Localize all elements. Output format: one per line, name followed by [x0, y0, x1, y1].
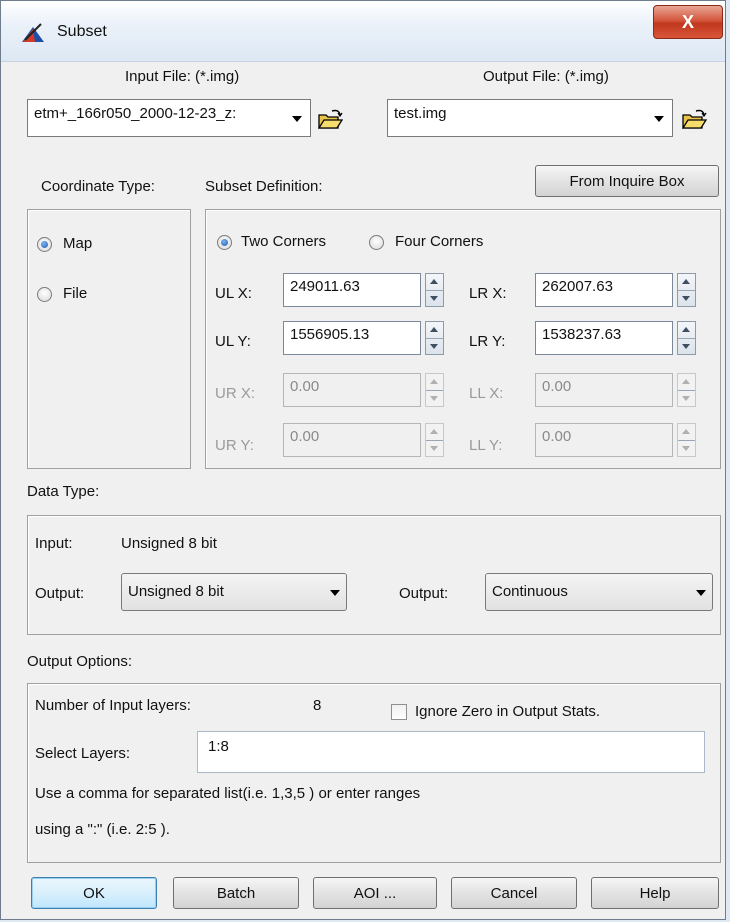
lrx-spinner[interactable]: [677, 273, 696, 307]
open-folder-icon[interactable]: [681, 109, 707, 131]
lly-input: 0.00: [535, 423, 673, 457]
input-file-value: etm+_166r050_2000-12-23_z:: [34, 105, 237, 122]
output-type-label: Output:: [35, 585, 85, 602]
lrx-label: LR X:: [469, 285, 507, 302]
radio-four-corners[interactable]: [369, 235, 384, 250]
output-layer-type-label: Output:: [399, 585, 449, 602]
ok-button[interactable]: OK: [31, 877, 157, 909]
chevron-down-icon[interactable]: [292, 116, 302, 122]
help-button[interactable]: Help: [591, 877, 719, 909]
ulx-input[interactable]: 249011.63: [283, 273, 421, 307]
urx-spinner: [425, 373, 444, 407]
app-logo-icon: [22, 23, 44, 42]
ignore-zero-checkbox[interactable]: [391, 704, 407, 720]
open-folder-icon[interactable]: [317, 109, 343, 131]
window-title: Subset: [57, 23, 107, 40]
llx-label: LL X:: [469, 385, 504, 402]
select-layers-help-2: using a ":" (i.e. 2:5 ).: [35, 821, 170, 838]
select-layers-help-1: Use a comma for separated list(i.e. 1,3,…: [35, 785, 421, 802]
radio-two-corners[interactable]: [217, 235, 232, 250]
chevron-down-icon[interactable]: [330, 590, 340, 596]
lry-spinner[interactable]: [677, 321, 696, 355]
data-type-label: Data Type:: [27, 483, 100, 500]
urx-input: 0.00: [283, 373, 421, 407]
llx-spinner: [677, 373, 696, 407]
lry-label: LR Y:: [469, 333, 506, 350]
chevron-down-icon[interactable]: [654, 116, 664, 122]
input-file-label: Input File: (*.img): [125, 68, 240, 85]
input-file-combo[interactable]: etm+_166r050_2000-12-23_z:: [27, 99, 311, 137]
lly-spinner: [677, 423, 696, 457]
select-layers-input[interactable]: 1:8: [197, 731, 705, 773]
title-bar[interactable]: Subset X: [1, 1, 725, 62]
coordinate-type-panel: [27, 209, 191, 469]
radio-two-corners-label[interactable]: Two Corners: [241, 233, 326, 250]
output-layer-type-select[interactable]: Continuous: [485, 573, 713, 611]
uly-input[interactable]: 1556905.13: [283, 321, 421, 355]
ulx-label: UL X:: [215, 285, 252, 302]
uly-spinner[interactable]: [425, 321, 444, 355]
subset-definition-label: Subset Definition:: [205, 178, 323, 195]
lly-label: LL Y:: [469, 437, 503, 454]
output-file-combo[interactable]: test.img: [387, 99, 673, 137]
radio-file-label[interactable]: File: [63, 285, 87, 302]
radio-map-label[interactable]: Map: [63, 235, 92, 252]
from-inquire-box-button[interactable]: From Inquire Box: [535, 165, 719, 197]
lry-input[interactable]: 1538237.63: [535, 321, 673, 355]
num-input-layers-value: 8: [313, 697, 322, 714]
ulx-spinner[interactable]: [425, 273, 444, 307]
ignore-zero-label[interactable]: Ignore Zero in Output Stats.: [415, 703, 600, 720]
ury-spinner: [425, 423, 444, 457]
output-type-select[interactable]: Unsigned 8 bit: [121, 573, 347, 611]
cancel-button[interactable]: Cancel: [451, 877, 577, 909]
radio-map[interactable]: [37, 237, 52, 252]
batch-button[interactable]: Batch: [173, 877, 299, 909]
output-options-label: Output Options:: [27, 653, 133, 670]
subset-dialog: Subset X Input File: (*.img) Output File…: [0, 0, 726, 920]
aoi-button[interactable]: AOI ...: [313, 877, 437, 909]
radio-file[interactable]: [37, 287, 52, 302]
ury-input: 0.00: [283, 423, 421, 457]
output-file-value: test.img: [394, 105, 447, 122]
select-layers-label: Select Layers:: [35, 745, 131, 762]
input-type-label: Input:: [35, 535, 73, 552]
output-file-label: Output File: (*.img): [483, 68, 609, 85]
coordinate-type-label: Coordinate Type:: [41, 178, 155, 195]
urx-label: UR X:: [215, 385, 256, 402]
uly-label: UL Y:: [215, 333, 251, 350]
ury-label: UR Y:: [215, 437, 254, 454]
llx-input: 0.00: [535, 373, 673, 407]
radio-four-corners-label[interactable]: Four Corners: [395, 233, 483, 250]
input-type-value: Unsigned 8 bit: [121, 535, 217, 552]
lrx-input[interactable]: 262007.63: [535, 273, 673, 307]
chevron-down-icon[interactable]: [696, 590, 706, 596]
num-input-layers-label: Number of Input layers:: [35, 697, 191, 714]
close-button[interactable]: X: [653, 5, 723, 39]
